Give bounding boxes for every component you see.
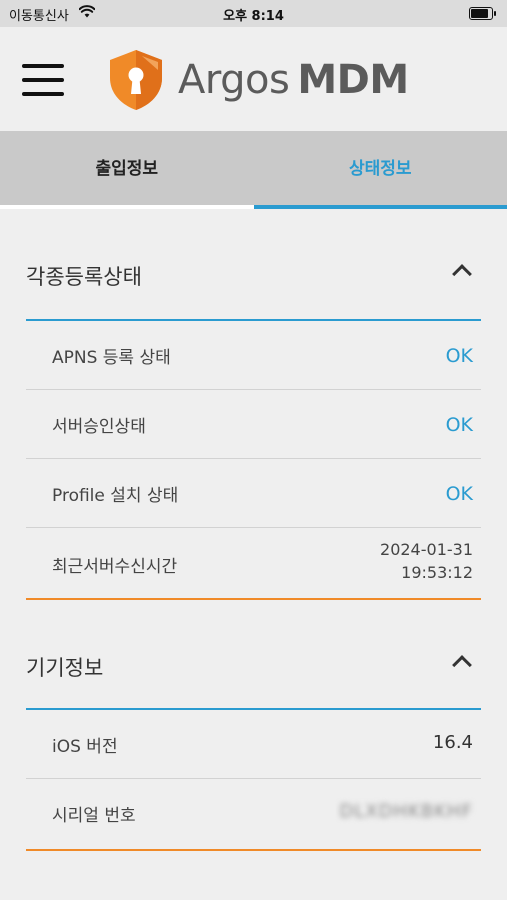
serial-number-value: DLXDHKBKHF	[339, 801, 473, 822]
app-logo: Argos MDM	[106, 48, 409, 112]
chevron-up-icon[interactable]	[452, 655, 472, 675]
row-label: APNS 등록 상태	[52, 348, 171, 368]
row-label: 서버승인상태	[52, 417, 146, 437]
list-item: Profile 설치 상태 OK	[26, 459, 481, 528]
list-item: 최근서버수신시간 2024-01-31 19:53:12	[26, 528, 481, 600]
row-label: 최근서버수신시간	[52, 557, 178, 577]
hamburger-menu-icon[interactable]	[22, 64, 64, 96]
row-label: Profile 설치 상태	[52, 486, 179, 506]
registration-status-header[interactable]: 각종등록상태	[26, 209, 481, 321]
last-received-time: 2024-01-31 19:53:12	[380, 540, 473, 582]
ios-version-value: 16.4	[432, 732, 473, 753]
tab-bar: 출입정보 상태정보	[0, 131, 507, 209]
clock: 오후 8:14	[223, 9, 284, 24]
list-item: 시리얼 번호 DLXDHKBKHF	[26, 779, 481, 851]
list-item: iOS 버전 16.4	[26, 710, 481, 779]
brand-name: Argos MDM	[178, 57, 409, 103]
status-value: OK	[445, 414, 473, 436]
shield-keyhole-icon	[110, 50, 162, 110]
list-item: APNS 등록 상태 OK	[26, 321, 481, 390]
chevron-up-icon[interactable]	[452, 264, 472, 284]
tab-access-info[interactable]: 출입정보	[0, 131, 254, 209]
section-title: 기기정보	[26, 656, 104, 680]
section-title: 각종등록상태	[26, 265, 142, 289]
device-info-section: 기기정보 iOS 버전 16.4 시리얼 번호 DLXDHKBKHF	[26, 600, 481, 851]
status-bar: 이동통신사 오후 8:14	[0, 0, 507, 27]
row-label: iOS 버전	[52, 737, 118, 757]
registration-status-section: 각종등록상태 APNS 등록 상태 OK 서버승인상태 OK Profile 설…	[26, 209, 481, 600]
status-value: OK	[445, 345, 473, 367]
battery-icon	[469, 7, 496, 20]
status-value: OK	[445, 483, 473, 505]
list-item: 서버승인상태 OK	[26, 390, 481, 459]
tab-status-info[interactable]: 상태정보	[254, 131, 507, 209]
device-info-header[interactable]: 기기정보	[26, 600, 481, 710]
app-header: Argos MDM	[0, 27, 507, 131]
row-label: 시리얼 번호	[52, 806, 136, 826]
